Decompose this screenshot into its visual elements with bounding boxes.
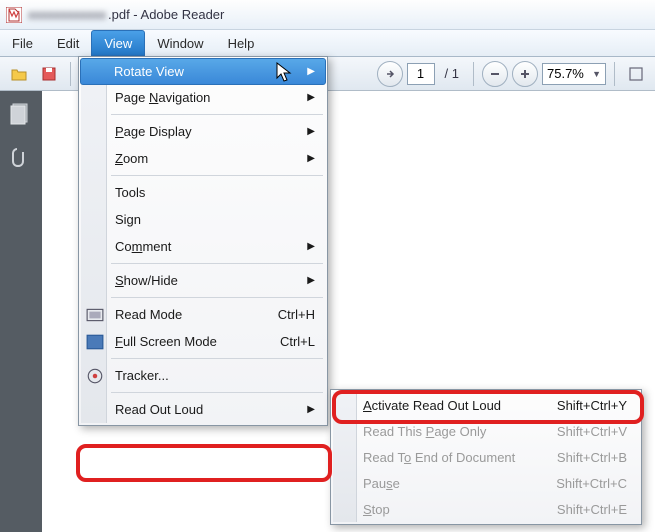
submenu-arrow-icon: ▶	[307, 275, 315, 286]
zoom-out-button[interactable]	[482, 61, 508, 87]
submenu-pause: Pause Shift+Ctrl+C	[333, 470, 639, 496]
thumbnails-icon[interactable]	[9, 101, 33, 125]
menu-label: Read Mode	[115, 307, 182, 322]
menu-label: Full Screen Mode	[115, 334, 217, 349]
menu-window[interactable]: Window	[145, 30, 215, 56]
read-mode-icon	[86, 306, 104, 324]
menu-label: Page Navigation	[115, 90, 210, 105]
submenu-arrow-icon: ▶	[307, 153, 315, 164]
menu-label: Sign	[115, 212, 141, 227]
shortcut-label: Shift+Ctrl+C	[556, 476, 627, 491]
view-dropdown: Rotate View ▶ Page Navigation ▶ Page Dis…	[78, 56, 328, 426]
submenu-stop: Stop Shift+Ctrl+E	[333, 496, 639, 522]
menu-full-screen[interactable]: Full Screen Mode Ctrl+L	[81, 328, 325, 355]
shortcut-label: Shift+Ctrl+Y	[557, 398, 627, 413]
menu-label: Stop	[363, 502, 390, 517]
sidebar	[0, 91, 42, 532]
menu-rotate-view[interactable]: Rotate View ▶	[80, 58, 326, 85]
page-total-label: / 1	[445, 66, 459, 81]
full-screen-icon	[86, 333, 104, 351]
adobe-reader-icon	[6, 7, 22, 23]
submenu-arrow-icon: ▶	[307, 92, 315, 103]
menu-label: Page Display	[115, 124, 192, 139]
submenu-activate[interactable]: Activate Read Out Loud Shift+Ctrl+Y	[333, 392, 639, 418]
menu-zoom[interactable]: Zoom ▶	[81, 145, 325, 172]
submenu-read-to-end: Read To End of Document Shift+Ctrl+B	[333, 444, 639, 470]
chevron-down-icon: ▼	[592, 69, 601, 79]
save-button[interactable]	[36, 61, 62, 87]
menu-show-hide[interactable]: Show/Hide ▶	[81, 267, 325, 294]
menu-label: Tools	[115, 185, 145, 200]
shortcut-label: Shift+Ctrl+V	[557, 424, 627, 439]
toolbar-divider	[70, 62, 71, 86]
menu-label: Read Out Loud	[115, 402, 203, 417]
submenu-arrow-icon: ▶	[307, 66, 315, 77]
tracker-icon	[86, 367, 104, 385]
menu-separator	[111, 114, 323, 115]
menu-separator	[111, 392, 323, 393]
menu-label: Pause	[363, 476, 400, 491]
menu-view[interactable]: View	[91, 30, 145, 56]
menu-label: Show/Hide	[115, 273, 178, 288]
menu-label: Zoom	[115, 151, 148, 166]
menu-label: Comment	[115, 239, 171, 254]
next-page-button[interactable]	[377, 61, 403, 87]
menu-comment[interactable]: Comment ▶	[81, 233, 325, 260]
menu-label: Rotate View	[114, 64, 184, 79]
toolbar-divider	[614, 62, 615, 86]
title-suffix: .pdf - Adobe Reader	[108, 7, 224, 22]
menu-page-display[interactable]: Page Display ▶	[81, 118, 325, 145]
submenu-arrow-icon: ▶	[307, 241, 315, 252]
menu-page-navigation[interactable]: Page Navigation ▶	[81, 84, 325, 111]
menu-separator	[111, 297, 323, 298]
menu-edit[interactable]: Edit	[45, 30, 91, 56]
tool-button[interactable]	[623, 61, 649, 87]
shortcut-label: Ctrl+H	[278, 307, 315, 322]
menu-tools[interactable]: Tools	[81, 179, 325, 206]
submenu-read-page: Read This Page Only Shift+Ctrl+V	[333, 418, 639, 444]
shortcut-label: Shift+Ctrl+E	[557, 502, 627, 517]
shortcut-label: Shift+Ctrl+B	[557, 450, 627, 465]
zoom-level-select[interactable]: 75.7% ▼	[542, 63, 606, 85]
titlebar: xxxxxxxxxxxx .pdf - Adobe Reader	[0, 0, 655, 30]
menu-tracker[interactable]: Tracker...	[81, 362, 325, 389]
page-number-input[interactable]	[407, 63, 435, 85]
read-out-loud-submenu: Activate Read Out Loud Shift+Ctrl+Y Read…	[330, 389, 642, 525]
toolbar-divider	[473, 62, 474, 86]
menu-read-out-loud[interactable]: Read Out Loud ▶	[81, 396, 325, 423]
shortcut-label: Ctrl+L	[280, 334, 315, 349]
menu-read-mode[interactable]: Read Mode Ctrl+H	[81, 301, 325, 328]
menubar: File Edit View Window Help	[0, 30, 655, 57]
menu-sign[interactable]: Sign	[81, 206, 325, 233]
submenu-arrow-icon: ▶	[307, 126, 315, 137]
menu-label: Tracker...	[115, 368, 169, 383]
menu-help[interactable]: Help	[216, 30, 267, 56]
menu-label: Read To End of Document	[363, 450, 515, 465]
menu-label: Activate Read Out Loud	[363, 398, 501, 413]
attachments-icon[interactable]	[9, 145, 33, 169]
menu-separator	[111, 263, 323, 264]
menu-file[interactable]: File	[0, 30, 45, 56]
menu-label: Read This Page Only	[363, 424, 486, 439]
zoom-in-button[interactable]	[512, 61, 538, 87]
menu-separator	[111, 358, 323, 359]
submenu-arrow-icon: ▶	[307, 404, 315, 415]
title-filename: xxxxxxxxxxxx	[28, 7, 106, 22]
open-button[interactable]	[6, 61, 32, 87]
zoom-value: 75.7%	[547, 66, 584, 81]
menu-separator	[111, 175, 323, 176]
